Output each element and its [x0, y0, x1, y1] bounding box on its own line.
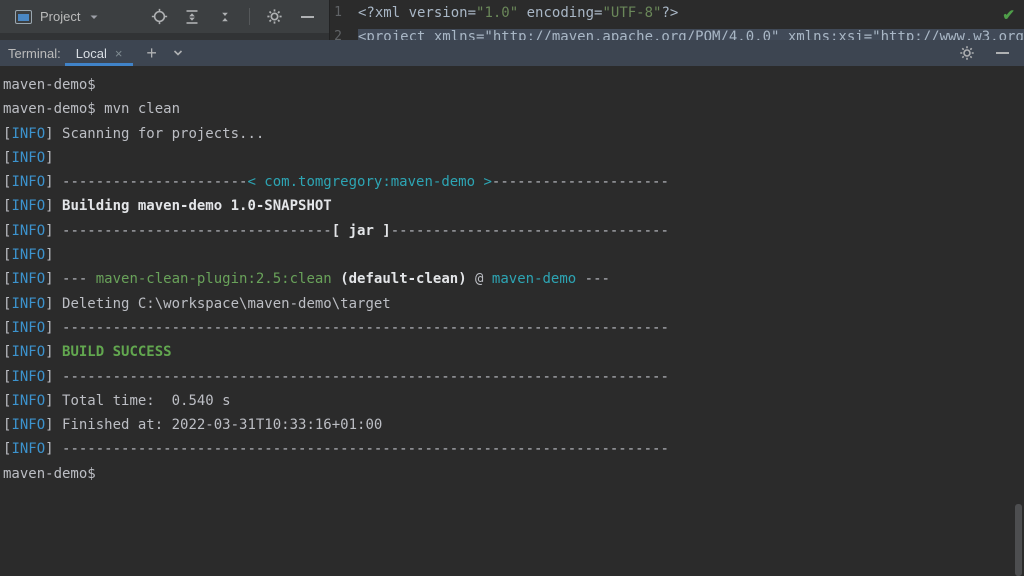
terminal-line: [INFO] BUILD SUCCESS [3, 340, 1024, 364]
editor-code: <project xmlns="http://maven.apache.org/… [358, 25, 1024, 40]
project-toolbar-actions [150, 8, 316, 26]
project-view-selector[interactable]: Project [15, 9, 100, 24]
terminal-line: [INFO] [3, 146, 1024, 170]
hide-tool-window-icon[interactable] [298, 8, 316, 26]
project-panel-strip [0, 33, 329, 40]
line-number: 1 [330, 1, 358, 25]
terminal-header-actions [958, 44, 1011, 62]
project-toolbar: Project [0, 0, 329, 33]
locate-icon[interactable] [150, 8, 168, 26]
settings-gear-icon[interactable] [265, 8, 283, 26]
terminal-line: maven-demo$ [3, 73, 1024, 97]
chevron-down-icon[interactable] [171, 46, 185, 60]
collapse-all-icon[interactable] [216, 8, 234, 26]
project-label: Project [40, 9, 80, 24]
terminal-line: [INFO] ---------------------------------… [3, 437, 1024, 461]
terminal-header: Terminal: Local × + [0, 40, 1024, 66]
terminal-line: [INFO] Building maven-demo 1.0-SNAPSHOT [3, 194, 1024, 218]
chevron-down-icon [88, 11, 100, 23]
terminal-scrollbar[interactable] [1015, 504, 1022, 576]
new-terminal-tab-icon[interactable]: + [146, 44, 157, 62]
terminal-line: [INFO] Finished at: 2022-03-31T10:33:16+… [3, 413, 1024, 437]
terminal-line: [INFO] [3, 243, 1024, 267]
ide-window: Project [0, 0, 1024, 576]
editor-line: 1 <?xml version="1.0" encoding="UTF-8"?> [330, 1, 678, 25]
terminal-line: [INFO] Scanning for projects... [3, 122, 1024, 146]
editor-line: 2 <project xmlns="http://maven.apache.or… [330, 25, 1024, 40]
inspections-ok-icon[interactable]: ✔ [1002, 6, 1015, 24]
expand-all-icon[interactable] [183, 8, 201, 26]
line-number: 2 [330, 25, 358, 40]
editor-code: <?xml version="1.0" encoding="UTF-8"?> [358, 1, 678, 25]
terminal-panel-label: Terminal: [8, 46, 61, 61]
terminal-line: [INFO] ---------------------------------… [3, 316, 1024, 340]
editor-pane[interactable]: 1 <?xml version="1.0" encoding="UTF-8"?>… [330, 0, 1024, 40]
terminal-line: [INFO] Total time: 0.540 s [3, 389, 1024, 413]
terminal-line: [INFO] Deleting C:\workspace\maven-demo\… [3, 292, 1024, 316]
toolbar-divider [249, 8, 250, 25]
terminal-line: [INFO] ----------------------< com.tomgr… [3, 170, 1024, 194]
terminal-line: [INFO] --------------------------------[… [3, 219, 1024, 243]
terminal-line: [INFO] --- maven-clean-plugin:2.5:clean … [3, 267, 1024, 291]
hide-terminal-icon[interactable] [993, 44, 1011, 62]
terminal-line: [INFO] ---------------------------------… [3, 365, 1024, 389]
terminal-line: maven-demo$ [3, 462, 1024, 486]
project-tool-window-icon [15, 10, 32, 24]
terminal-tab-local[interactable]: Local × [65, 40, 134, 66]
settings-gear-icon[interactable] [958, 44, 976, 62]
terminal-line: maven-demo$ mvn clean [3, 97, 1024, 121]
terminal-output[interactable]: maven-demo$maven-demo$ mvn clean[INFO] S… [0, 66, 1024, 576]
close-tab-icon[interactable]: × [115, 46, 123, 61]
